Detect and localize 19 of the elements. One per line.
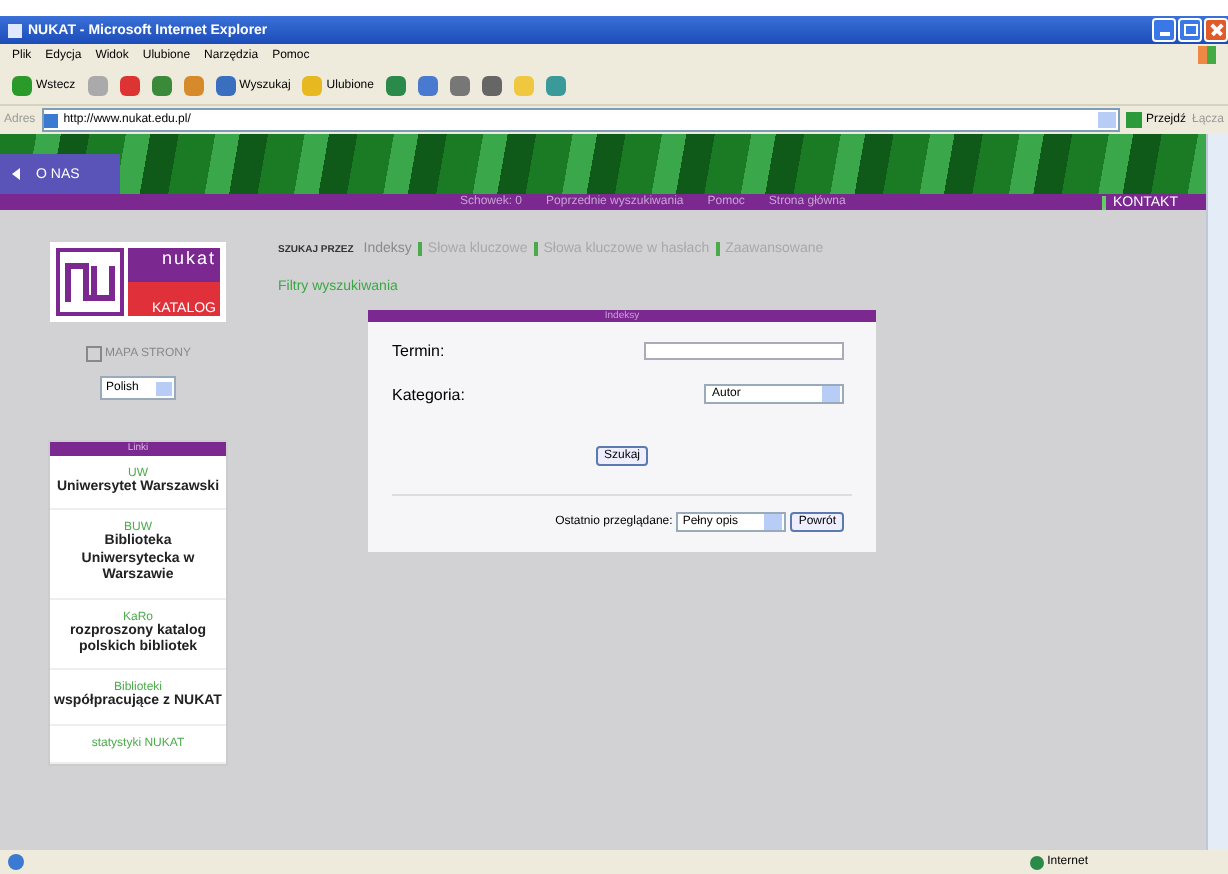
toolbar-icon xyxy=(302,75,323,95)
term-label: Termin: xyxy=(392,341,445,359)
term-input[interactable] xyxy=(644,341,844,359)
toolbar-icon[interactable] xyxy=(151,75,172,95)
toolbar-icon[interactable] xyxy=(417,75,438,95)
minimize-button[interactable] xyxy=(1152,18,1176,42)
toolbar-icon[interactable] xyxy=(385,75,406,95)
toolbar-icon[interactable] xyxy=(119,75,140,95)
toolbar-icon[interactable] xyxy=(481,75,502,95)
toolbar-icon xyxy=(215,75,236,95)
close-button[interactable] xyxy=(1204,18,1228,42)
toolbar-icon[interactable] xyxy=(545,75,566,95)
toolbar-icon[interactable] xyxy=(449,75,470,95)
scrollbar[interactable] xyxy=(1206,134,1228,850)
toolbar-icon xyxy=(12,75,32,95)
category-label: Kategoria: xyxy=(392,385,465,403)
logo-mark-icon xyxy=(64,260,116,304)
maximize-button[interactable] xyxy=(1178,18,1202,42)
toolbar-icon[interactable] xyxy=(183,75,204,95)
